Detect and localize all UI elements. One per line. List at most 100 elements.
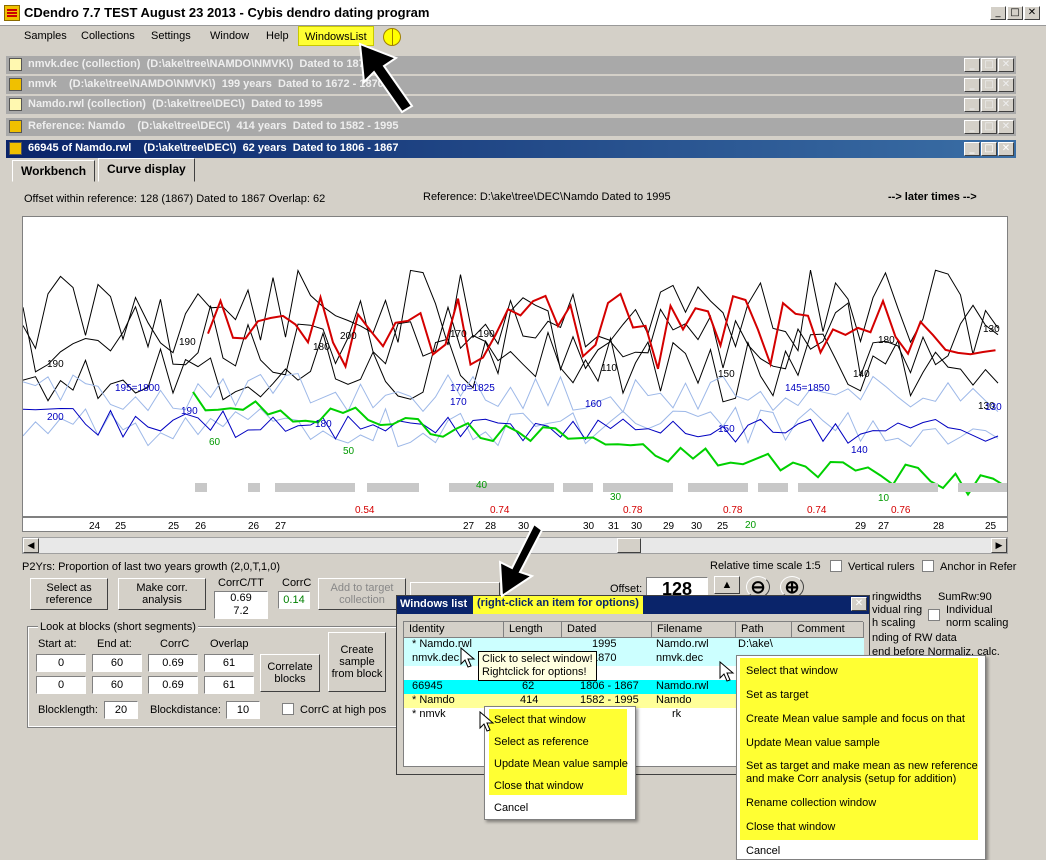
cursor-icon [460,646,476,668]
menu-cancel[interactable]: Cancel [494,802,528,814]
curve-chart[interactable]: 24 25 25 26 26 27 27 28 30 30 31 30 29 30 25 29 27 28 25 0.… [22,216,1008,532]
mdi-window-66945[interactable]: 66945 of Namdo.rwl (D:\ake\tree\DEC\) 62… [6,140,1016,158]
corrc-block-field: 0.69 [148,654,198,672]
close-icon[interactable]: ✕ [998,120,1014,134]
vertical-rulers-label: Vertical rulers [848,561,915,573]
blue-curve-label: 195=1800 [115,383,160,394]
close-icon[interactable]: ✕ [998,98,1014,112]
curve-label: 200 [340,331,357,342]
row-file: Namdo [656,694,692,706]
individual-label: Individual [946,604,993,616]
make-corr-button[interactable]: Make corr. analysis [118,578,206,610]
minimize-icon[interactable]: _ [964,78,980,92]
add-target-button[interactable]: Add to target collection [318,578,406,610]
mdi-window-nmvk-dec[interactable]: nmvk.dec (collection) (D:\ake\tree\NAMDO… [6,56,1016,74]
close-icon[interactable]: ✕ [998,58,1014,72]
close-icon[interactable]: ✕ [998,78,1014,92]
col-dated[interactable]: Dated [562,622,652,638]
maximize-icon[interactable]: □ [981,98,997,112]
menu-update-mean[interactable]: Update Mean value sample [746,737,880,749]
norm-scaling-label: norm scaling [946,617,1009,629]
p2yrs-label: P2Yrs: Proportion of last two years grow… [22,561,281,573]
create-sample-button[interactable]: Create sample from block [328,632,386,692]
corr-value-label: 0.74 [807,505,827,516]
axis-tick-label: 27 [275,521,287,531]
row-file: rk [672,708,682,720]
start-field[interactable]: 0 [36,676,86,694]
individual-checkbox[interactable] [928,609,940,621]
menu-window[interactable]: Window [210,30,249,42]
maximize-icon[interactable]: □ [981,142,997,156]
blocklength-field[interactable]: 20 [104,701,138,719]
later-times-link[interactable]: --> later times --> [888,191,977,203]
menu-update-mean[interactable]: Update Mean value sample [494,758,628,770]
minimize-icon[interactable]: _ [990,6,1006,20]
menu-close-window[interactable]: Close that window [746,821,835,833]
menu-help[interactable]: Help [266,30,289,42]
menu-close-window[interactable]: Close that window [494,780,583,792]
close-icon[interactable]: ✕ [998,142,1014,156]
offset-up-icon[interactable]: ▲ [714,576,740,594]
scroll-left-icon[interactable]: ◀ [23,538,39,553]
menu-rename[interactable]: Rename collection window [746,797,876,809]
col-filename[interactable]: Filename [652,622,736,638]
tab-curve-display[interactable]: Curve display [98,158,195,182]
maximize-icon[interactable]: □ [981,120,997,134]
col-length[interactable]: Length [504,622,562,638]
tab-workbench[interactable]: Workbench [12,160,96,182]
menu-select-window[interactable]: Select that window [746,665,838,677]
select-reference-button[interactable]: Select as reference [30,578,108,610]
vertical-rulers-checkbox[interactable] [830,560,842,572]
maximize-icon[interactable]: □ [1007,6,1023,20]
blue-curve-label: 170 [450,397,467,408]
maximize-icon[interactable]: □ [981,78,997,92]
row-file: Namdo.rwl [656,680,709,692]
scroll-thumb[interactable] [617,538,641,553]
menu-create-mean[interactable]: Create Mean value sample and focus on th… [746,713,965,725]
corrc-block-field: 0.69 [148,676,198,694]
menu-set-target[interactable]: Set as target [746,689,808,701]
scroll-right-icon[interactable]: ▶ [991,538,1007,553]
menu-settings[interactable]: Settings [151,30,191,42]
block-marker [449,483,554,492]
vidual-ring-label: vidual ring [872,604,923,616]
curve-label: 150 [718,369,735,380]
menu-samples[interactable]: Samples [24,30,67,42]
maximize-icon[interactable]: □ [981,58,997,72]
menu-collections[interactable]: Collections [81,30,135,42]
corrc-high-checkbox[interactable] [282,703,294,715]
curve-label: 130 [983,324,1000,335]
minimize-icon[interactable]: _ [964,58,980,72]
mdi-window-namdo-rwl[interactable]: Namdo.rwl (collection) (D:\ake\tree\DEC\… [6,96,1016,114]
mdi-window-nmvk[interactable]: nmvk (D:\ake\tree\NAMDO\NMVK\) 199 years… [6,76,1016,94]
corrc-tt-label: CorrC/TT [218,577,264,589]
close-icon[interactable]: ✕ [851,597,867,611]
minimize-icon[interactable]: _ [964,142,980,156]
hidden-button-a[interactable] [410,582,500,596]
menu-set-target-mean-2[interactable]: and make Corr analysis (setup for additi… [746,773,956,785]
blockdistance-field[interactable]: 10 [226,701,260,719]
col-path[interactable]: Path [736,622,792,638]
blue-curve-label: 160 [585,399,602,410]
axis-tick-label: 26 [195,521,207,531]
end-field[interactable]: 60 [92,676,142,694]
minimize-icon[interactable]: _ [964,120,980,134]
menu-set-target-mean[interactable]: Set as target and make mean as new refer… [746,760,978,772]
start-field[interactable]: 0 [36,654,86,672]
axis-tick-label: 29 [855,521,867,531]
correlate-blocks-button[interactable]: Correlate blocks [260,654,320,692]
close-icon[interactable]: ✕ [1024,6,1040,20]
end-field[interactable]: 60 [92,654,142,672]
menu-cancel[interactable]: Cancel [746,845,780,857]
minimize-icon[interactable]: _ [964,98,980,112]
axis-tick-label: 25 [115,521,127,531]
row-path: D:\ake\ [738,638,773,650]
menu-select-reference[interactable]: Select as reference [494,736,589,748]
mdi-title: nmvk (D:\ake\tree\NAMDO\NMVK\) 199 years… [28,78,384,90]
axis-tick-label: 24 [89,521,101,531]
mdi-window-reference[interactable]: Reference: Namdo (D:\ake\tree\DEC\) 414 … [6,118,1016,136]
menu-select-window[interactable]: Select that window [494,714,586,726]
anchor-checkbox[interactable] [922,560,934,572]
col-comment[interactable]: Comment [792,622,864,638]
col-identity[interactable]: Identity [404,622,504,638]
